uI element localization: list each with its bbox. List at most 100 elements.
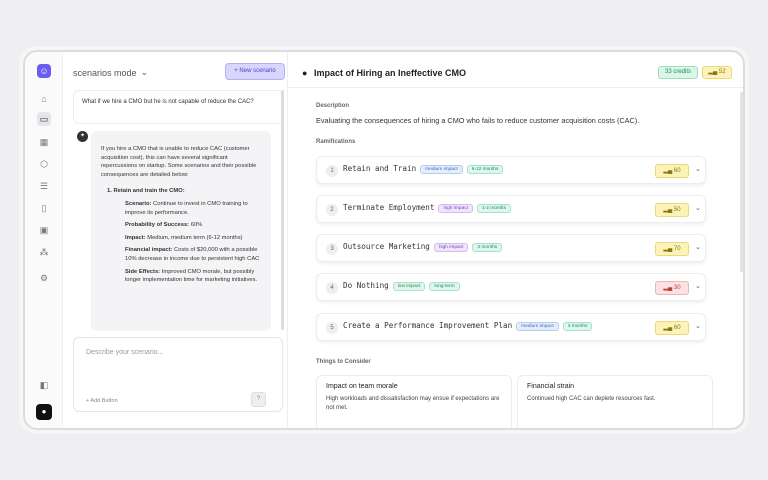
consideration-title: Financial strain [527,383,575,390]
probability-label: Probability of Success: [125,222,190,229]
impact-tag: medium impact [420,165,463,174]
ramification-title-line: Do Nothing low impact long-term [343,281,460,291]
impact-label: Impact: [125,234,146,241]
consideration-title: Impact on team morale [326,383,398,390]
timeframe-tag: 6-12 months [466,165,504,174]
reply-side-effects: Side Effects: Improved CMO morale, but p… [125,268,261,285]
ramification-score: ▂▄ 50 [655,203,689,217]
consideration-body: High workloads and dissatisfaction may e… [326,396,500,411]
assistant-avatar-icon: ✦ [77,131,88,142]
scenario-label: Scenario: [125,200,152,207]
chevron-down-icon[interactable]: ⌄ [695,243,701,251]
home-icon[interactable]: ⌂ [37,92,51,106]
impact-tag: medium impact [516,322,559,331]
ramification-score: ▂▄ 30 [655,281,689,295]
reply-financial: Financial impact: Costs of $20,000 with … [125,246,261,263]
icon-rail: ☺ ⌂ ▭ ▦ ⬡ ☰ ▯ ▣ ⁂ ⚙ ◧ ● [25,52,63,428]
ramification-score-value: 30 [673,285,681,291]
ramification-score-value: 70 [673,246,681,252]
ramification-number: 1 [326,165,338,177]
mode-label: scenarios mode [73,67,137,78]
user-message: What if we hire a CMO but he is not capa… [73,90,283,124]
cube-icon[interactable]: ⬡ [37,157,51,171]
reply-item-title: 1. Retain and train the CMO: [107,188,185,195]
bar-chart-icon: ▂▄ [663,168,674,174]
chevron-down-icon[interactable]: ⌄ [695,204,701,212]
considerations-label: Things to Consider [316,359,371,365]
chevron-down-icon[interactable]: ⌄ [695,282,701,290]
description-label: Description [316,103,350,109]
book-icon[interactable]: ▯ [37,201,51,215]
app-logo[interactable]: ☺ [37,64,51,78]
database-icon[interactable]: ☰ [37,179,51,193]
ramification-score: ▂▄ 60 [655,164,689,178]
ramification-score: ▂▄ 70 [655,242,689,256]
user-avatar[interactable]: ● [36,404,52,420]
reply-scenario: Scenario: Continue to invest in CMO trai… [125,200,261,217]
impact-tag: high impact [438,204,473,213]
ramification-row[interactable]: 3 Outsource Marketing high impact 3 months ▂… [316,234,706,262]
ramification-number: 4 [326,282,338,294]
consideration-card: Impact on team morale High workloads and… [316,375,512,428]
scenario-detail-pane: ● Impact of Hiring an Ineffective CMO 33… [288,52,743,428]
settings-icon[interactable]: ⚙ [37,271,51,285]
bar-chart-icon: ▂▄ [708,69,719,75]
ramification-row[interactable]: 1 Retain and Train medium impact 6-12 month… [316,156,706,184]
app-window: ☺ ⌂ ▭ ▦ ⬡ ☰ ▯ ▣ ⁂ ⚙ ◧ ● scenarios mode ⌄… [23,50,745,430]
chat-scrollbar[interactable] [281,90,284,330]
chat-icon[interactable]: ▭ [37,112,51,126]
ramification-score: ▂▄ 60 [655,321,689,335]
timeframe-tag: 3 months [472,243,503,252]
ramification-score-value: 50 [673,207,681,213]
timeframe-tag: long-term [429,282,460,291]
assistant-reply: If you hire a CMO that is unable to redu… [91,131,271,331]
detail-header: ● Impact of Hiring an Ineffective CMO 33… [288,52,743,88]
impact-tag: low impact [392,282,426,291]
new-scenario-button[interactable]: + New scenario [225,63,285,80]
ramification-title: Do Nothing [343,281,389,290]
ramification-row[interactable]: 4 Do Nothing low impact long-term ▂▄ 30 ⌄ [316,273,706,301]
image-icon[interactable]: ▣ [37,223,51,237]
chevron-down-icon: ⌄ [140,67,149,77]
ramification-title-line: Create a Performance Improvement Plan med… [343,321,593,331]
ramification-score-value: 60 [673,168,681,174]
ramification-title: Outsource Marketing [343,242,430,251]
grid-icon[interactable]: ▦ [37,135,51,149]
ramification-row[interactable]: 5 Create a Performance Improvement Plan me… [316,313,706,341]
bar-chart-icon: ▂▄ [663,285,674,291]
reply-impact: Impact: Medium, medium term (6-12 months… [125,234,261,243]
ramification-title: Terminate Employment [343,203,435,212]
description-text: Evaluating the consequences of hiring a … [316,116,640,125]
impact-text: Medium, medium term (6-12 months) [147,234,243,241]
timeframe-tag: 3 months [562,322,593,331]
bomb-icon: ● [302,68,308,78]
team-icon[interactable]: ⁂ [37,245,51,259]
send-button[interactable]: ? [251,392,266,407]
page-title: Impact of Hiring an Ineffective CMO [314,68,467,78]
chevron-down-icon[interactable]: ⌄ [695,165,701,173]
probability-text: 60% [190,222,203,229]
bar-chart-icon: ▂▄ [663,207,674,213]
collapse-sidebar-icon[interactable]: ◧ [37,378,51,392]
chevron-down-icon[interactable]: ⌄ [695,322,701,330]
detail-scrollbar[interactable] [740,92,743,272]
ramifications-label: Ramifications [316,139,356,145]
scenario-input[interactable]: Describe your scenario... [86,349,163,356]
ramification-title-line: Terminate Employment high impact 1-2 month… [343,203,511,213]
ramification-row[interactable]: 2 Terminate Employment high impact 1-2 mont… [316,195,706,223]
mode-selector[interactable]: scenarios mode ⌄ [73,67,148,78]
bar-chart-icon: ▂▄ [663,246,674,252]
ramification-title: Create a Performance Improvement Plan [343,321,513,330]
ramification-title-line: Outsource Marketing high impact 3 months [343,242,503,252]
ramification-title-line: Retain and Train medium impact 6-12 months [343,164,504,174]
score-badge: ▂▄ 52 [702,66,732,79]
ramification-number: 2 [326,204,338,216]
add-button[interactable]: + Add Button [86,398,118,404]
score-badge-value: 52 [718,69,726,75]
ramification-number: 5 [326,322,338,334]
impact-tag: high impact [433,243,469,252]
ramification-title: Retain and Train [343,164,417,173]
financial-label: Financial impact: [125,247,173,254]
scenario-composer[interactable]: Describe your scenario... + Add Button ? [73,337,283,412]
bar-chart-icon: ▂▄ [663,325,674,331]
